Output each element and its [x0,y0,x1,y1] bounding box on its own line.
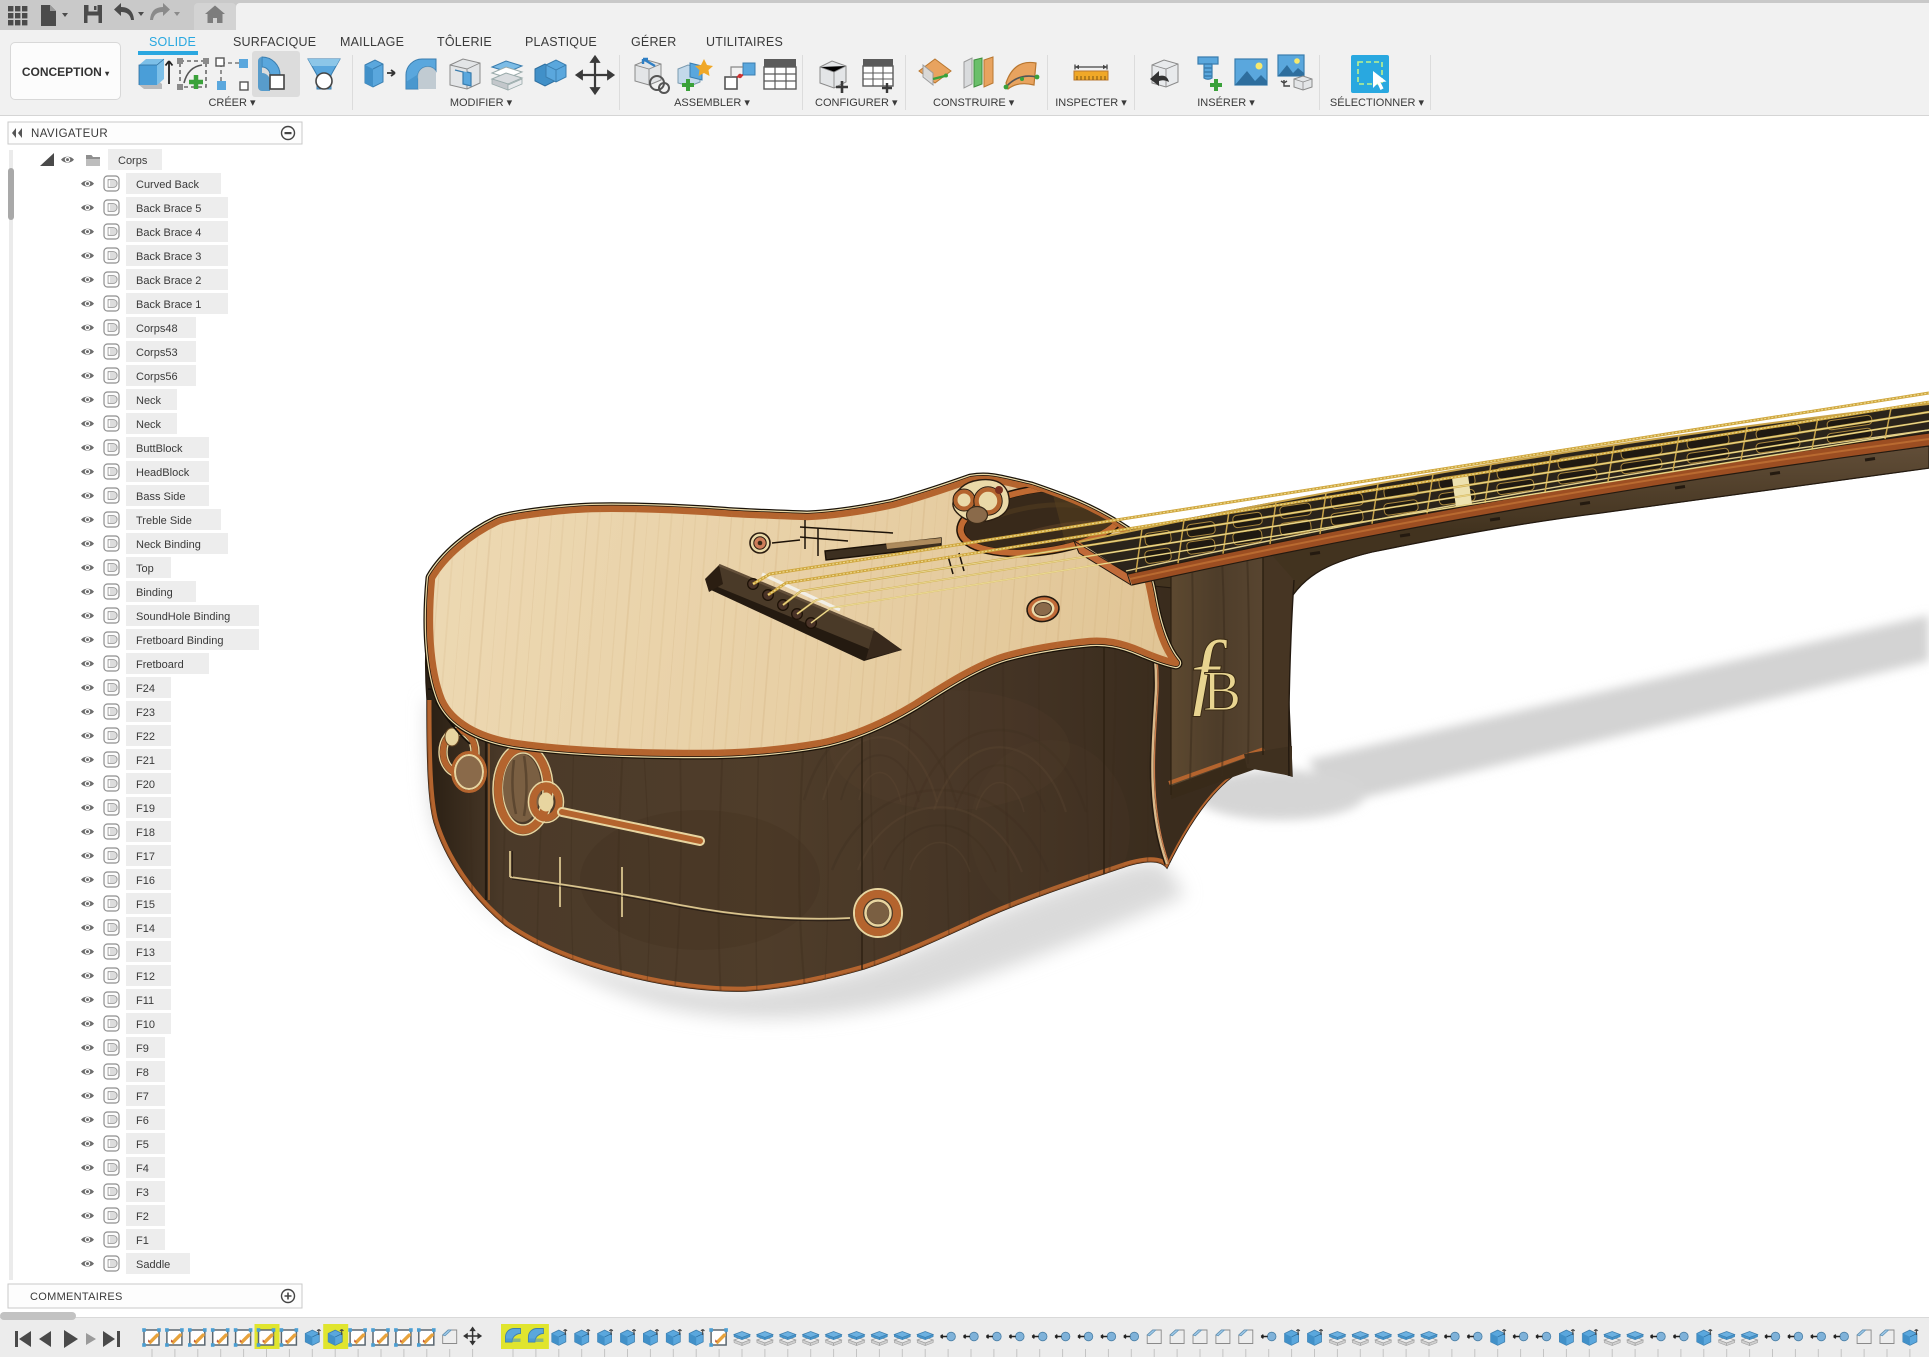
svg-text:Binding: Binding [136,587,173,599]
svg-text:Back Brace 2: Back Brace 2 [136,275,201,287]
svg-text:HeadBlock: HeadBlock [136,467,190,479]
svg-text:Corps56: Corps56 [136,371,178,383]
svg-text:F8: F8 [136,1067,149,1079]
svg-text:Fretboard Binding: Fretboard Binding [136,635,223,647]
svg-text:Back Brace 4: Back Brace 4 [136,227,201,239]
svg-text:F9: F9 [136,1043,149,1055]
svg-text:F21: F21 [136,755,155,767]
svg-text:Fretboard: Fretboard [136,659,184,671]
svg-text:F24: F24 [136,683,155,695]
svg-text:F10: F10 [136,1019,155,1031]
svg-text:ButtBlock: ButtBlock [136,443,183,455]
svg-text:COMMENTAIRES: COMMENTAIRES [30,1291,123,1303]
svg-text:F11: F11 [136,995,154,1007]
svg-text:F4: F4 [136,1163,149,1175]
svg-text:NAVIGATEUR: NAVIGATEUR [31,128,108,140]
svg-text:F18: F18 [136,827,155,839]
svg-text:SoundHole Binding: SoundHole Binding [136,611,230,623]
svg-text:F19: F19 [136,803,155,815]
svg-text:Saddle: Saddle [136,1259,170,1271]
svg-text:Corps: Corps [118,155,148,167]
svg-text:Curved Back: Curved Back [136,179,199,191]
svg-text:F14: F14 [136,923,155,935]
svg-text:F12: F12 [136,971,155,983]
svg-text:F20: F20 [136,779,155,791]
svg-text:F22: F22 [136,731,155,743]
svg-text:Corps48: Corps48 [136,323,178,335]
svg-text:Neck: Neck [136,395,162,407]
svg-text:Top: Top [136,563,154,575]
svg-text:Neck: Neck [136,419,162,431]
svg-text:Bass Side: Bass Side [136,491,186,503]
svg-text:F23: F23 [136,707,155,719]
svg-text:Back Brace 1: Back Brace 1 [136,299,201,311]
svg-text:F15: F15 [136,899,155,911]
svg-text:F17: F17 [136,851,155,863]
svg-text:F1: F1 [136,1235,149,1247]
svg-text:Treble Side: Treble Side [136,515,192,527]
svg-text:F2: F2 [136,1211,149,1223]
svg-text:F3: F3 [136,1187,149,1199]
svg-text:F5: F5 [136,1139,149,1151]
svg-text:Corps53: Corps53 [136,347,178,359]
svg-text:F16: F16 [136,875,155,887]
svg-text:Back Brace 5: Back Brace 5 [136,203,201,215]
svg-text:F13: F13 [136,947,155,959]
svg-text:F6: F6 [136,1115,149,1127]
svg-text:Back Brace 3: Back Brace 3 [136,251,201,263]
svg-text:F7: F7 [136,1091,149,1103]
svg-text:Neck Binding: Neck Binding [136,539,201,551]
